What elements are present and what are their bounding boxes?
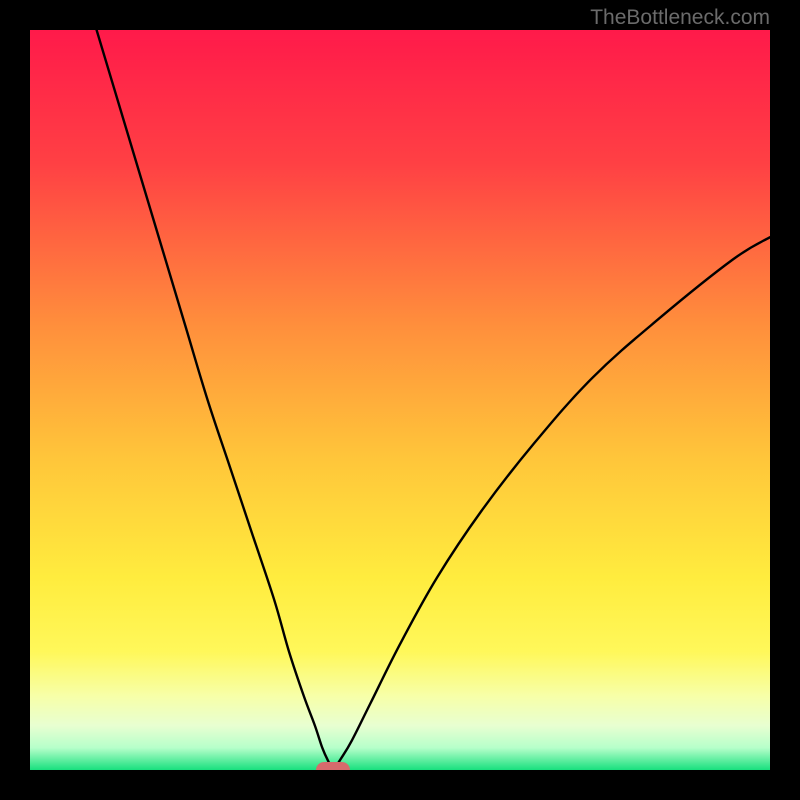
watermark-text: TheBottleneck.com [590, 6, 770, 30]
curve-left [97, 30, 334, 770]
optimum-marker [316, 762, 350, 770]
chart-frame: TheBottleneck.com [0, 0, 800, 800]
curve-right [333, 237, 770, 770]
plot-area [30, 30, 770, 770]
curve-layer [30, 30, 770, 770]
